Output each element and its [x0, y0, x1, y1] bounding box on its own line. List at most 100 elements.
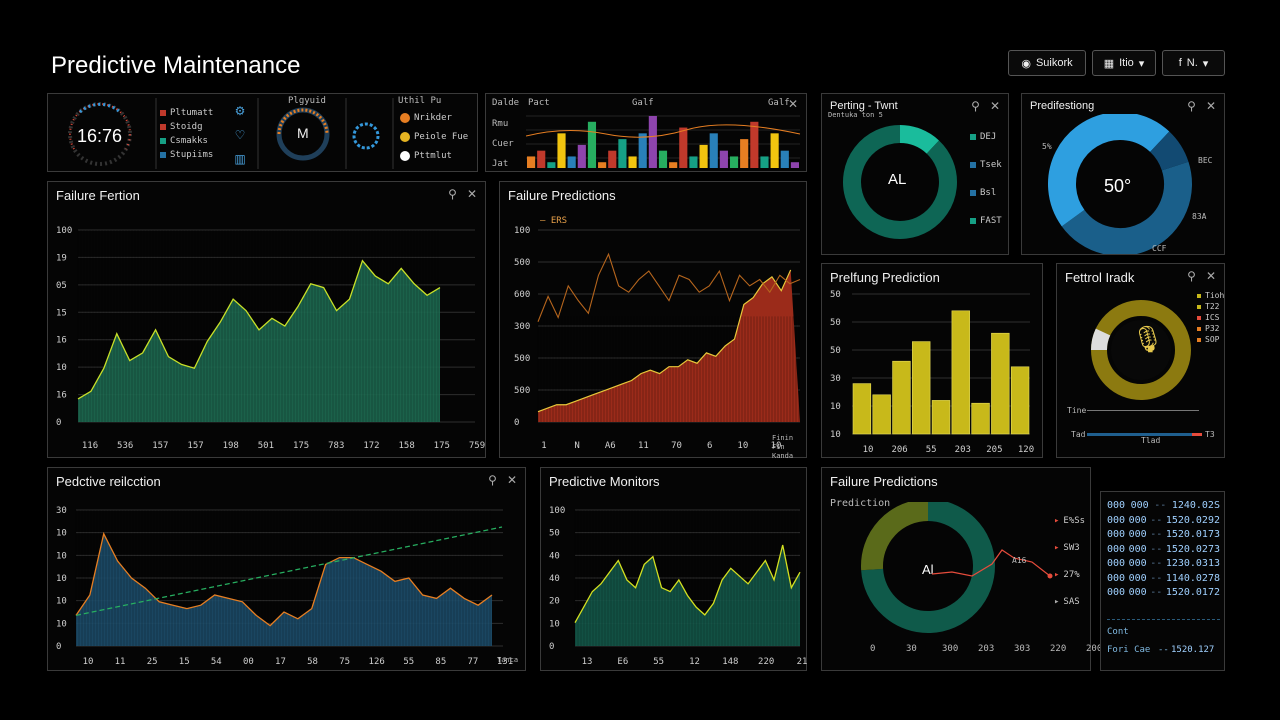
failure-predictions-ring-panel: Failure Predictions Prediction Al A16 ▸ E… [821, 467, 1102, 671]
heart-icon[interactable]: ♡ [235, 128, 246, 142]
x-tick-label: 126 [369, 657, 385, 667]
status-legend: Pltumatt Stoidg Csmakks Stupiims [160, 106, 213, 162]
y-tick-label: 0 [514, 418, 519, 428]
callout-label: ▸ SAS [1054, 597, 1080, 607]
ring-panel-2: Predifestiong ⚲ ✕ 50° 5% BEC 83A CCF [1021, 93, 1225, 255]
y-tick-label: 15 [56, 308, 67, 318]
close-icon[interactable]: ✕ [467, 187, 477, 201]
y-tick-label: 50 [830, 290, 841, 300]
status-ring [352, 122, 380, 150]
bar [709, 133, 718, 168]
sync-button[interactable]: ◉ Suikork [1008, 50, 1086, 76]
status-strip: 16:76 Pltumatt Stoidg Csmakks Stupiims ⚙ ♡ … [47, 93, 478, 172]
legend-item: P32 [1197, 323, 1224, 334]
bar [1010, 366, 1030, 435]
y-tick-label: 40 [549, 574, 560, 584]
bar [669, 162, 678, 168]
x-tick-label: 55 [926, 445, 937, 455]
area-chart: 1005040402010013 E6 55 12 148 220 21 [549, 506, 807, 667]
search-icon[interactable]: ⚲ [488, 473, 497, 487]
x-axis: 0 30 300 203 303 220 200 [822, 644, 1102, 660]
predictive-monitors-panel: Predictive Monitors 100 50 40 40 20 10 0 13 E6 55… [540, 467, 807, 671]
bar [648, 116, 657, 168]
close-icon[interactable]: ✕ [1206, 99, 1216, 113]
y-tick-label: 16 [56, 336, 67, 346]
panel-title: Failure Fertion [56, 188, 140, 203]
y-tick-label: 100 [56, 226, 72, 236]
x-tick-label: 10 [737, 441, 748, 451]
donut-slice [1119, 114, 1170, 153]
list-item: 000 000 -- 1520.0173 [1107, 529, 1220, 540]
bar [780, 150, 789, 168]
x-tick-label: 13 [582, 657, 593, 667]
divider [1107, 619, 1220, 621]
page-title: Predictive Maintenance [51, 52, 301, 79]
mini-bar-panel: Dalde Pact Galf Galf ✕ Rmu Cuer Jat [485, 93, 807, 172]
panel-title: Predifestiong [1030, 100, 1095, 112]
combo-chart: 10050060030050050001 N A6 11 70 6 10 10 [514, 226, 801, 451]
list-item: 000 000 -- 1520.0172 [1107, 587, 1220, 598]
search-icon[interactable]: ⚲ [1187, 99, 1196, 113]
x-tick-label: 54 [211, 657, 222, 667]
y-tick-label: 30 [830, 374, 841, 384]
x-tick-label: 0 [870, 644, 876, 654]
close-icon[interactable]: ✕ [990, 99, 1000, 113]
x-tick-label: 203 [978, 644, 995, 654]
y-tick-label: 10 [830, 430, 841, 440]
filter-dropdown[interactable]: ▦ Itio ▾ [1092, 50, 1156, 76]
y-tick-label: 500 [514, 258, 530, 268]
y-tick-label: 100 [549, 506, 565, 516]
y-tick-label: 20 [549, 597, 560, 607]
search-icon[interactable]: ⚲ [1187, 269, 1196, 283]
gear-icon[interactable]: ⚙ [235, 104, 246, 118]
bar [699, 144, 708, 168]
bar [547, 162, 556, 168]
view-dropdown[interactable]: f N. ▾ [1162, 50, 1225, 76]
left-label: Tad [1071, 430, 1086, 439]
y-tick-label: 500 [514, 354, 530, 364]
legend-item: Stoidg [160, 120, 213, 134]
donut-label: 83A [1192, 212, 1207, 221]
gauge-value: 16:76 [77, 126, 123, 146]
x-tick-label: A6 [605, 441, 616, 451]
x-tick-label: 55 [403, 657, 414, 667]
close-icon[interactable]: ✕ [1206, 269, 1216, 283]
line-label: A16 [1012, 556, 1027, 565]
bar [852, 383, 872, 435]
x-tick-label: 157 [187, 441, 203, 451]
search-icon[interactable]: ⚲ [448, 187, 457, 201]
bar [658, 150, 668, 168]
x-tick-label: 17 [275, 657, 286, 667]
y-tick-label: 19 [56, 253, 67, 263]
y-tick-label: 100 [514, 226, 530, 236]
x-tick-label: 206 [891, 445, 907, 455]
bar [618, 139, 627, 168]
bar [679, 127, 688, 168]
x-tick-label: 70 [671, 441, 682, 451]
search-icon[interactable]: ⚲ [971, 99, 980, 113]
x-tick-label: 303 [1014, 644, 1031, 654]
bar [991, 332, 1010, 435]
y-tick-label: 50 [830, 318, 841, 328]
failure-fraction-panel: Failure Fertion ⚲ ✕ 100 19 05 15 16 10 16 0 116 53… [47, 181, 486, 458]
x-tick-label: 116 [82, 441, 98, 451]
y-tick-label: 300 [514, 322, 530, 332]
panel-title: Failure Predictions [830, 474, 938, 489]
gauge2-value: M [297, 125, 309, 141]
trend-line [526, 124, 801, 138]
x-tick-label: 30 [906, 644, 917, 654]
x-tick-label: 172 [363, 441, 379, 451]
barcode-icon[interactable]: ▥ [234, 152, 245, 166]
y-tick-label: 500 [514, 386, 530, 396]
chevron-down-icon: ▾ [1202, 57, 1209, 70]
bar-prediction-panel: Prelfung Prediction 50 50 50 30 10 10 10 206 55 2… [821, 263, 1043, 458]
list-item: 000 000 -- 1230.0313 [1107, 558, 1220, 569]
bottom-label: T3 [1205, 430, 1215, 439]
ring-panel-1: Perting - Twnt Dentuka ton 5 ⚲ ✕ AL DEJ Ts… [821, 93, 1009, 255]
callout-label: ▸ E%Ss [1054, 516, 1086, 526]
footer-label: Cont [1107, 627, 1129, 637]
close-icon[interactable]: ✕ [507, 473, 517, 487]
x-tick-label: 501 [258, 441, 274, 451]
bar [577, 144, 586, 168]
side-label: Rmu [492, 119, 509, 129]
